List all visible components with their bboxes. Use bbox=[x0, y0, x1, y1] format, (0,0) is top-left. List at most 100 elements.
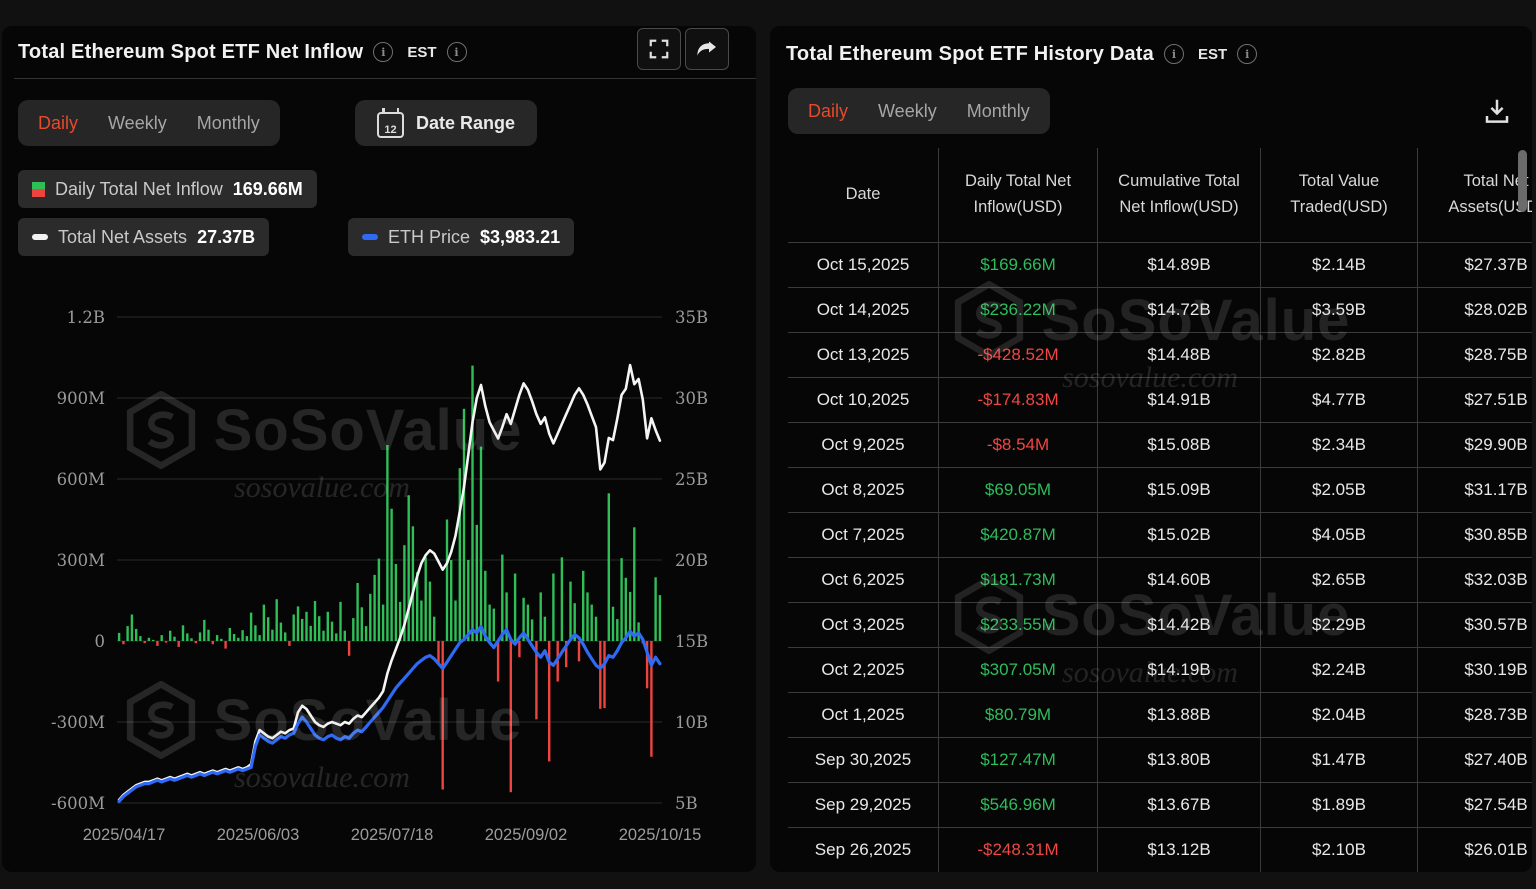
cell-date: Sep 26,2025 bbox=[788, 827, 939, 872]
cell-value: $14.48B bbox=[1097, 332, 1261, 378]
download-button[interactable] bbox=[1482, 96, 1512, 126]
table-row: Oct 10,2025 -$174.83M $14.91B $4.77B $27.51B bbox=[788, 377, 1532, 423]
x-axis-tick: 2025/09/02 bbox=[485, 826, 568, 844]
cell-date: Oct 3,2025 bbox=[788, 602, 939, 648]
cell-value: $307.05M bbox=[938, 647, 1098, 693]
column-header-1: Daily Total Net Inflow(USD) bbox=[938, 148, 1098, 243]
legend-item-daily-total-net-inflow[interactable]: Daily Total Net Inflow 169.66M bbox=[18, 170, 317, 208]
cell-value: $26.01B bbox=[1417, 827, 1532, 872]
cell-value: $27.51B bbox=[1417, 377, 1532, 423]
table-row: Oct 1,2025 $80.79M $13.88B $2.04B $28.73B bbox=[788, 692, 1532, 738]
cell-value: $236.22M bbox=[938, 287, 1098, 333]
left-axis-tick: 300M bbox=[57, 551, 105, 570]
cell-value: $14.19B bbox=[1097, 647, 1261, 693]
cell-value: $2.14B bbox=[1260, 242, 1418, 288]
right-panel-header: Total Ethereum Spot ETF History Data i E… bbox=[786, 36, 1258, 72]
cell-value: $127.47M bbox=[938, 737, 1098, 783]
table-tab-monthly[interactable]: Monthly bbox=[967, 101, 1030, 122]
x-axis-tick: 2025/07/18 bbox=[351, 826, 434, 844]
left-axis-tick: 1.2B bbox=[67, 308, 105, 327]
cell-value: $13.88B bbox=[1097, 692, 1261, 738]
right-axis-tick: 35B bbox=[675, 308, 708, 327]
cell-value: $30.85B bbox=[1417, 512, 1532, 558]
cell-date: Oct 8,2025 bbox=[788, 467, 939, 513]
info-icon[interactable]: i bbox=[446, 42, 467, 62]
info-icon[interactable]: i bbox=[1237, 44, 1258, 64]
x-axis-tick: 2025/04/17 bbox=[83, 826, 166, 844]
table-row: Sep 26,2025 -$248.31M $13.12B $2.10B $26.01B bbox=[788, 827, 1532, 872]
history-data-panel: Total Ethereum Spot ETF History Data i E… bbox=[770, 26, 1532, 872]
cell-value: $28.73B bbox=[1417, 692, 1532, 738]
cell-value: $2.82B bbox=[1260, 332, 1418, 378]
chart-plot[interactable]: 1.2B 35B 900M 30B 600M 25B 300M 20B 0 15B -300M 10B… bbox=[18, 290, 740, 866]
table-row: Oct 14,2025 $236.22M $14.72B $3.59B $28.02B bbox=[788, 287, 1532, 333]
chart-tab-monthly[interactable]: Monthly bbox=[197, 113, 260, 134]
table-row: Oct 9,2025 -$8.54M $15.08B $2.34B $29.90B bbox=[788, 422, 1532, 468]
right-axis-tick: 10B bbox=[675, 713, 708, 732]
legend-value: 169.66M bbox=[232, 178, 303, 199]
page-title: Total Ethereum Spot ETF Net Inflow bbox=[18, 40, 364, 63]
legend-value: 27.37B bbox=[197, 226, 256, 247]
table-row: Oct 8,2025 $69.05M $15.09B $2.05B $31.17B bbox=[788, 467, 1532, 513]
cell-value: $27.40B bbox=[1417, 737, 1532, 783]
history-table: Date Daily Total Net Inflow(USD) Cumulativ… bbox=[788, 148, 1532, 872]
cell-value: $14.42B bbox=[1097, 602, 1261, 648]
cell-value: $4.05B bbox=[1260, 512, 1418, 558]
cell-value: $14.91B bbox=[1097, 377, 1261, 423]
cell-value: $2.04B bbox=[1260, 692, 1418, 738]
table-row: Sep 30,2025 $127.47M $13.80B $1.47B $27.40B bbox=[788, 737, 1532, 783]
cell-value: $15.02B bbox=[1097, 512, 1261, 558]
cell-value: -$174.83M bbox=[938, 377, 1098, 423]
cell-value: $2.05B bbox=[1260, 467, 1418, 513]
left-axis-tick: 600M bbox=[57, 470, 105, 489]
legend-swatch bbox=[32, 181, 45, 197]
cell-value: $28.02B bbox=[1417, 287, 1532, 333]
cell-value: $1.47B bbox=[1260, 737, 1418, 783]
table-tab-weekly[interactable]: Weekly bbox=[878, 101, 937, 122]
chart-tab-weekly[interactable]: Weekly bbox=[108, 113, 167, 134]
right-axis-tick: 5B bbox=[675, 794, 698, 813]
cell-value: $2.24B bbox=[1260, 647, 1418, 693]
legend-value: $3,983.21 bbox=[480, 226, 561, 247]
chart-tab-daily[interactable]: Daily bbox=[38, 113, 78, 134]
column-header-3: Total Value Traded(USD) bbox=[1260, 148, 1418, 243]
cell-value: $32.03B bbox=[1417, 557, 1532, 603]
legend-item-eth-price[interactable]: ETH Price $3,983.21 bbox=[348, 218, 575, 256]
cell-date: Sep 29,2025 bbox=[788, 782, 939, 828]
cell-value: $181.73M bbox=[938, 557, 1098, 603]
right-axis-tick: 25B bbox=[675, 470, 708, 489]
table-tab-daily[interactable]: Daily bbox=[808, 101, 848, 122]
left-axis-tick: -300M bbox=[51, 713, 105, 732]
legend-swatch bbox=[362, 234, 378, 240]
info-icon[interactable]: i bbox=[373, 42, 394, 62]
table-row: Oct 2,2025 $307.05M $14.19B $2.24B $30.19B bbox=[788, 647, 1532, 693]
cell-value: $3.59B bbox=[1260, 287, 1418, 333]
cell-value: $30.57B bbox=[1417, 602, 1532, 648]
cell-value: $2.65B bbox=[1260, 557, 1418, 603]
right-axis-tick: 30B bbox=[675, 389, 708, 408]
timezone-label: EST bbox=[1197, 45, 1228, 63]
cell-value: $80.79M bbox=[938, 692, 1098, 738]
table-scrollbar-thumb[interactable] bbox=[1518, 150, 1527, 212]
date-range-label: Date Range bbox=[416, 112, 516, 133]
table-row: Oct 3,2025 $233.55M $14.42B $2.29B $30.57B bbox=[788, 602, 1532, 648]
column-header-4: Total Net Assets(USD) bbox=[1417, 148, 1532, 243]
share-icon bbox=[697, 41, 716, 56]
share-button[interactable] bbox=[685, 28, 729, 70]
date-range-button[interactable]: 12 Date Range bbox=[355, 100, 538, 146]
table-row: Sep 29,2025 $546.96M $13.67B $1.89B $27.54B bbox=[788, 782, 1532, 828]
cell-date: Oct 13,2025 bbox=[788, 332, 939, 378]
calendar-icon: 12 bbox=[377, 107, 404, 138]
left-axis-tick: 900M bbox=[57, 389, 105, 408]
right-axis-tick: 15B bbox=[675, 632, 708, 651]
table-row: Oct 7,2025 $420.87M $15.02B $4.05B $30.85B bbox=[788, 512, 1532, 558]
table-row: Oct 15,2025 $169.66M $14.89B $2.14B $27.37B bbox=[788, 242, 1532, 288]
fullscreen-button[interactable] bbox=[637, 28, 681, 70]
cell-value: $15.08B bbox=[1097, 422, 1261, 468]
left-axis-tick: -600M bbox=[51, 794, 105, 813]
cell-date: Oct 9,2025 bbox=[788, 422, 939, 468]
right-axis-tick: 20B bbox=[675, 551, 708, 570]
info-icon[interactable]: i bbox=[1163, 44, 1184, 64]
legend-label: Daily Total Net Inflow bbox=[55, 178, 223, 199]
legend-item-total-net-assets[interactable]: Total Net Assets 27.37B bbox=[18, 218, 270, 256]
